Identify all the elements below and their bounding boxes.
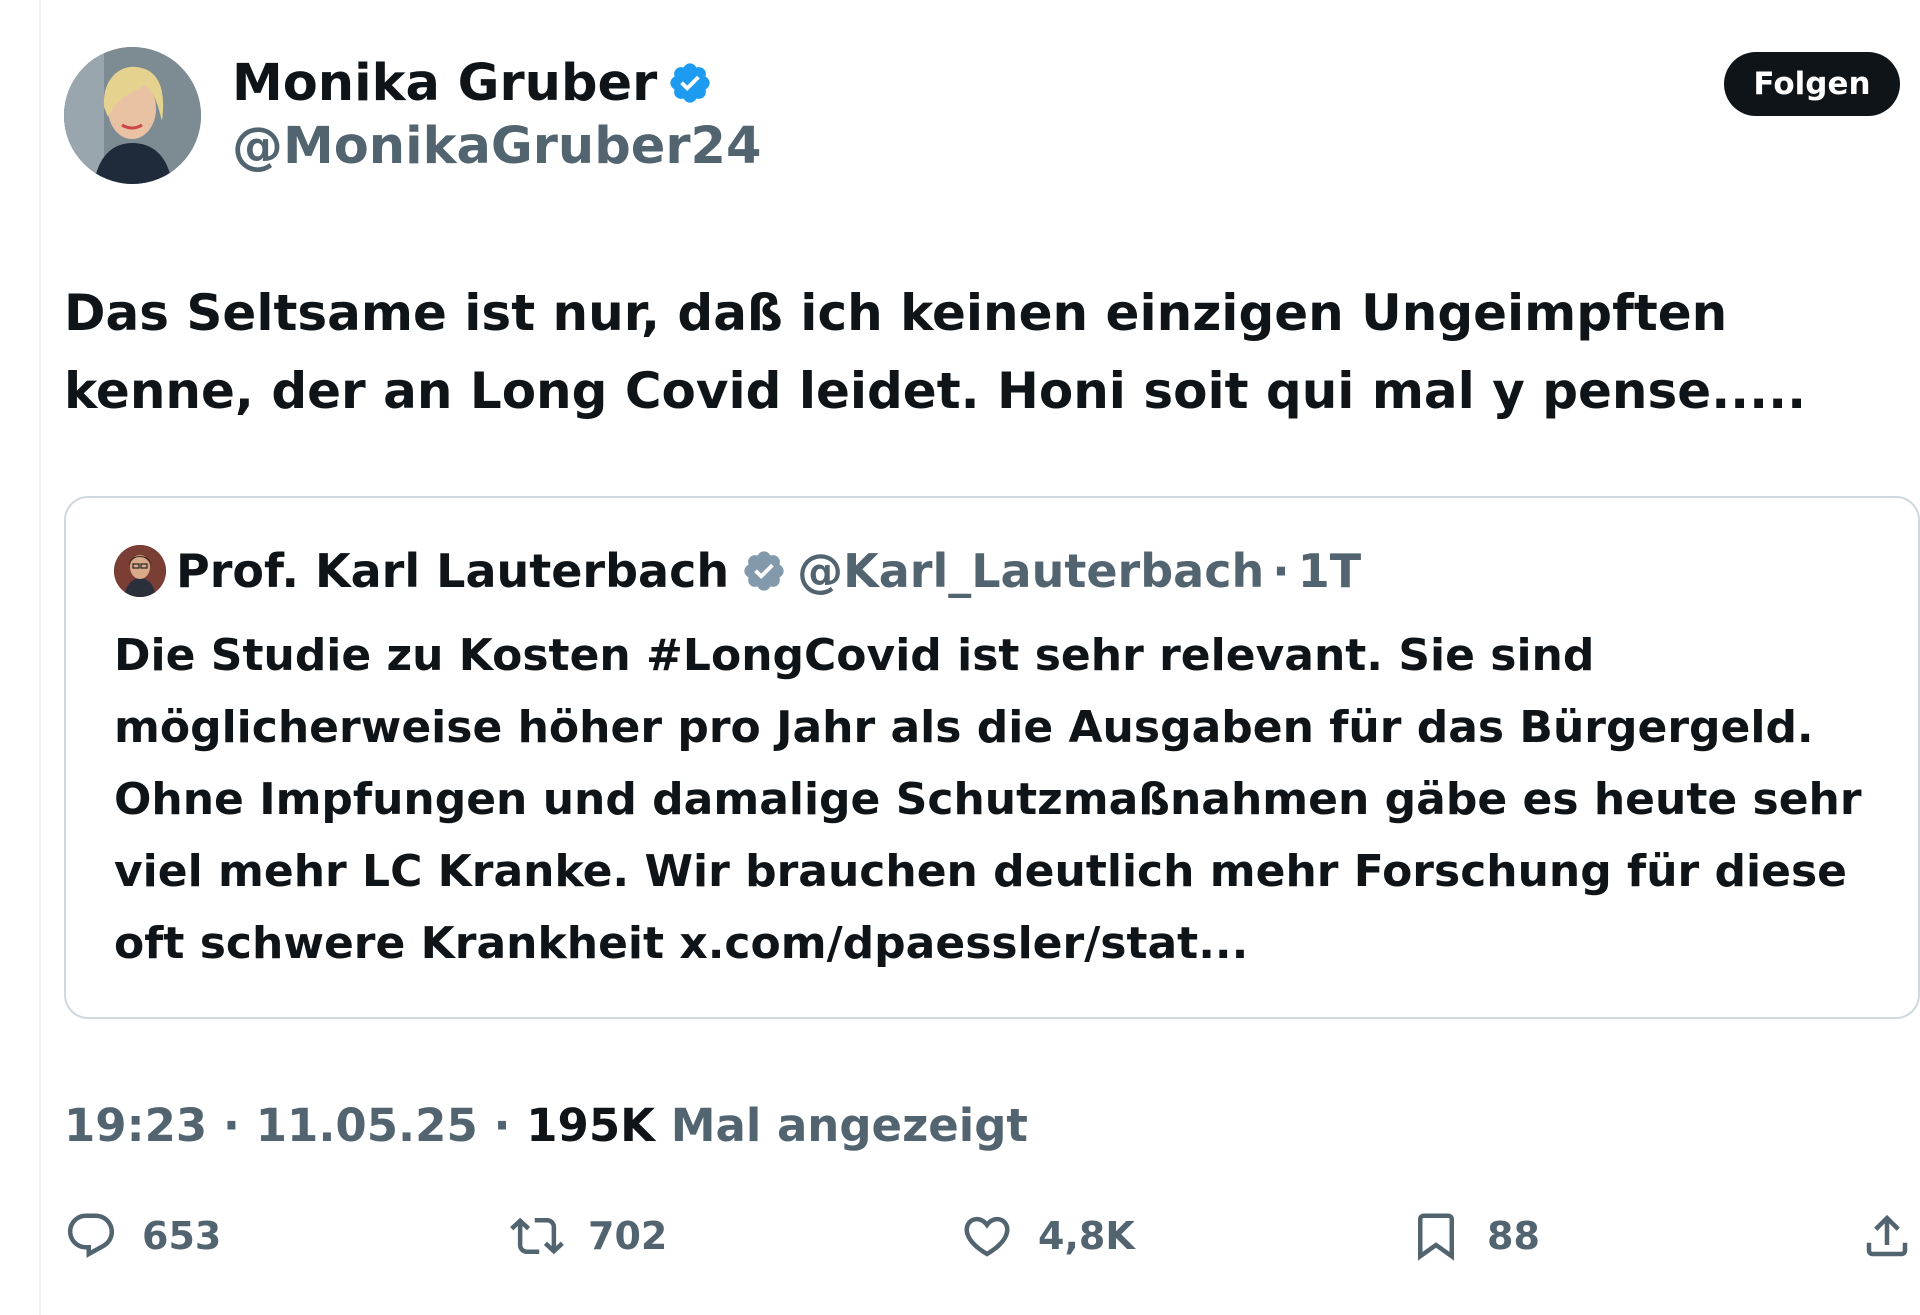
- verified-badge-icon: [744, 551, 784, 591]
- timeline-divider: [39, 0, 41, 1315]
- repost-icon: [510, 1217, 564, 1255]
- author-avatar-image: [64, 47, 201, 184]
- quoted-tweet-header: Prof. Karl Lauterbach @Karl_Lauterbach ·…: [114, 543, 1361, 599]
- reply-button[interactable]: 653: [64, 1200, 221, 1272]
- tweet-time[interactable]: 19:23: [64, 1099, 207, 1152]
- follow-button[interactable]: Folgen: [1724, 52, 1900, 116]
- meta-separator: ·: [493, 1099, 511, 1152]
- quoted-tweet-text: Die Studie zu Kosten #LongCovid ist sehr…: [114, 630, 1862, 969]
- reply-icon: [67, 1213, 115, 1258]
- author-name-text: Monika Gruber: [232, 54, 658, 113]
- share-icon: [1866, 1214, 1908, 1257]
- quoted-author-avatar[interactable]: [114, 545, 166, 597]
- meta-separator: ·: [222, 1099, 241, 1152]
- quoted-author-avatar-image: [114, 545, 166, 597]
- bookmark-button[interactable]: 88: [1409, 1200, 1540, 1272]
- views-label: Mal angezeigt: [670, 1099, 1028, 1152]
- views-count: 195K: [526, 1099, 656, 1152]
- repost-count: 702: [588, 1214, 668, 1258]
- repost-button[interactable]: 702: [510, 1200, 667, 1272]
- bookmark-icon: [1418, 1213, 1454, 1261]
- like-button[interactable]: 4,8K: [960, 1200, 1135, 1272]
- tweet-meta: 19:23 · 11.05.25 · 195K Mal angezeigt: [64, 1094, 1028, 1158]
- action-bar: 653 702 4,8K 88: [64, 1200, 1920, 1272]
- tweet-text: Das Seltsame ist nur, daß ich keinen ein…: [64, 284, 1807, 420]
- author-handle[interactable]: @MonikaGruber24: [232, 113, 761, 181]
- quoted-author-handle[interactable]: @Karl_Lauterbach: [797, 544, 1264, 598]
- quoted-author-name[interactable]: Prof. Karl Lauterbach: [176, 544, 729, 598]
- quoted-timestamp[interactable]: 1T: [1298, 544, 1361, 598]
- quoted-tweet-card[interactable]: Prof. Karl Lauterbach @Karl_Lauterbach ·…: [64, 496, 1920, 1019]
- verified-badge-icon: [670, 63, 710, 103]
- bookmark-count: 88: [1487, 1214, 1540, 1258]
- heart-icon: [964, 1216, 1010, 1257]
- author-name[interactable]: Monika Gruber: [232, 50, 713, 118]
- like-count: 4,8K: [1038, 1214, 1135, 1258]
- quoted-separator: ·: [1272, 544, 1290, 598]
- share-button[interactable]: [1860, 1200, 1914, 1272]
- author-avatar[interactable]: [64, 47, 201, 184]
- tweet-date[interactable]: 11.05.25: [256, 1099, 478, 1152]
- reply-count: 653: [142, 1214, 222, 1258]
